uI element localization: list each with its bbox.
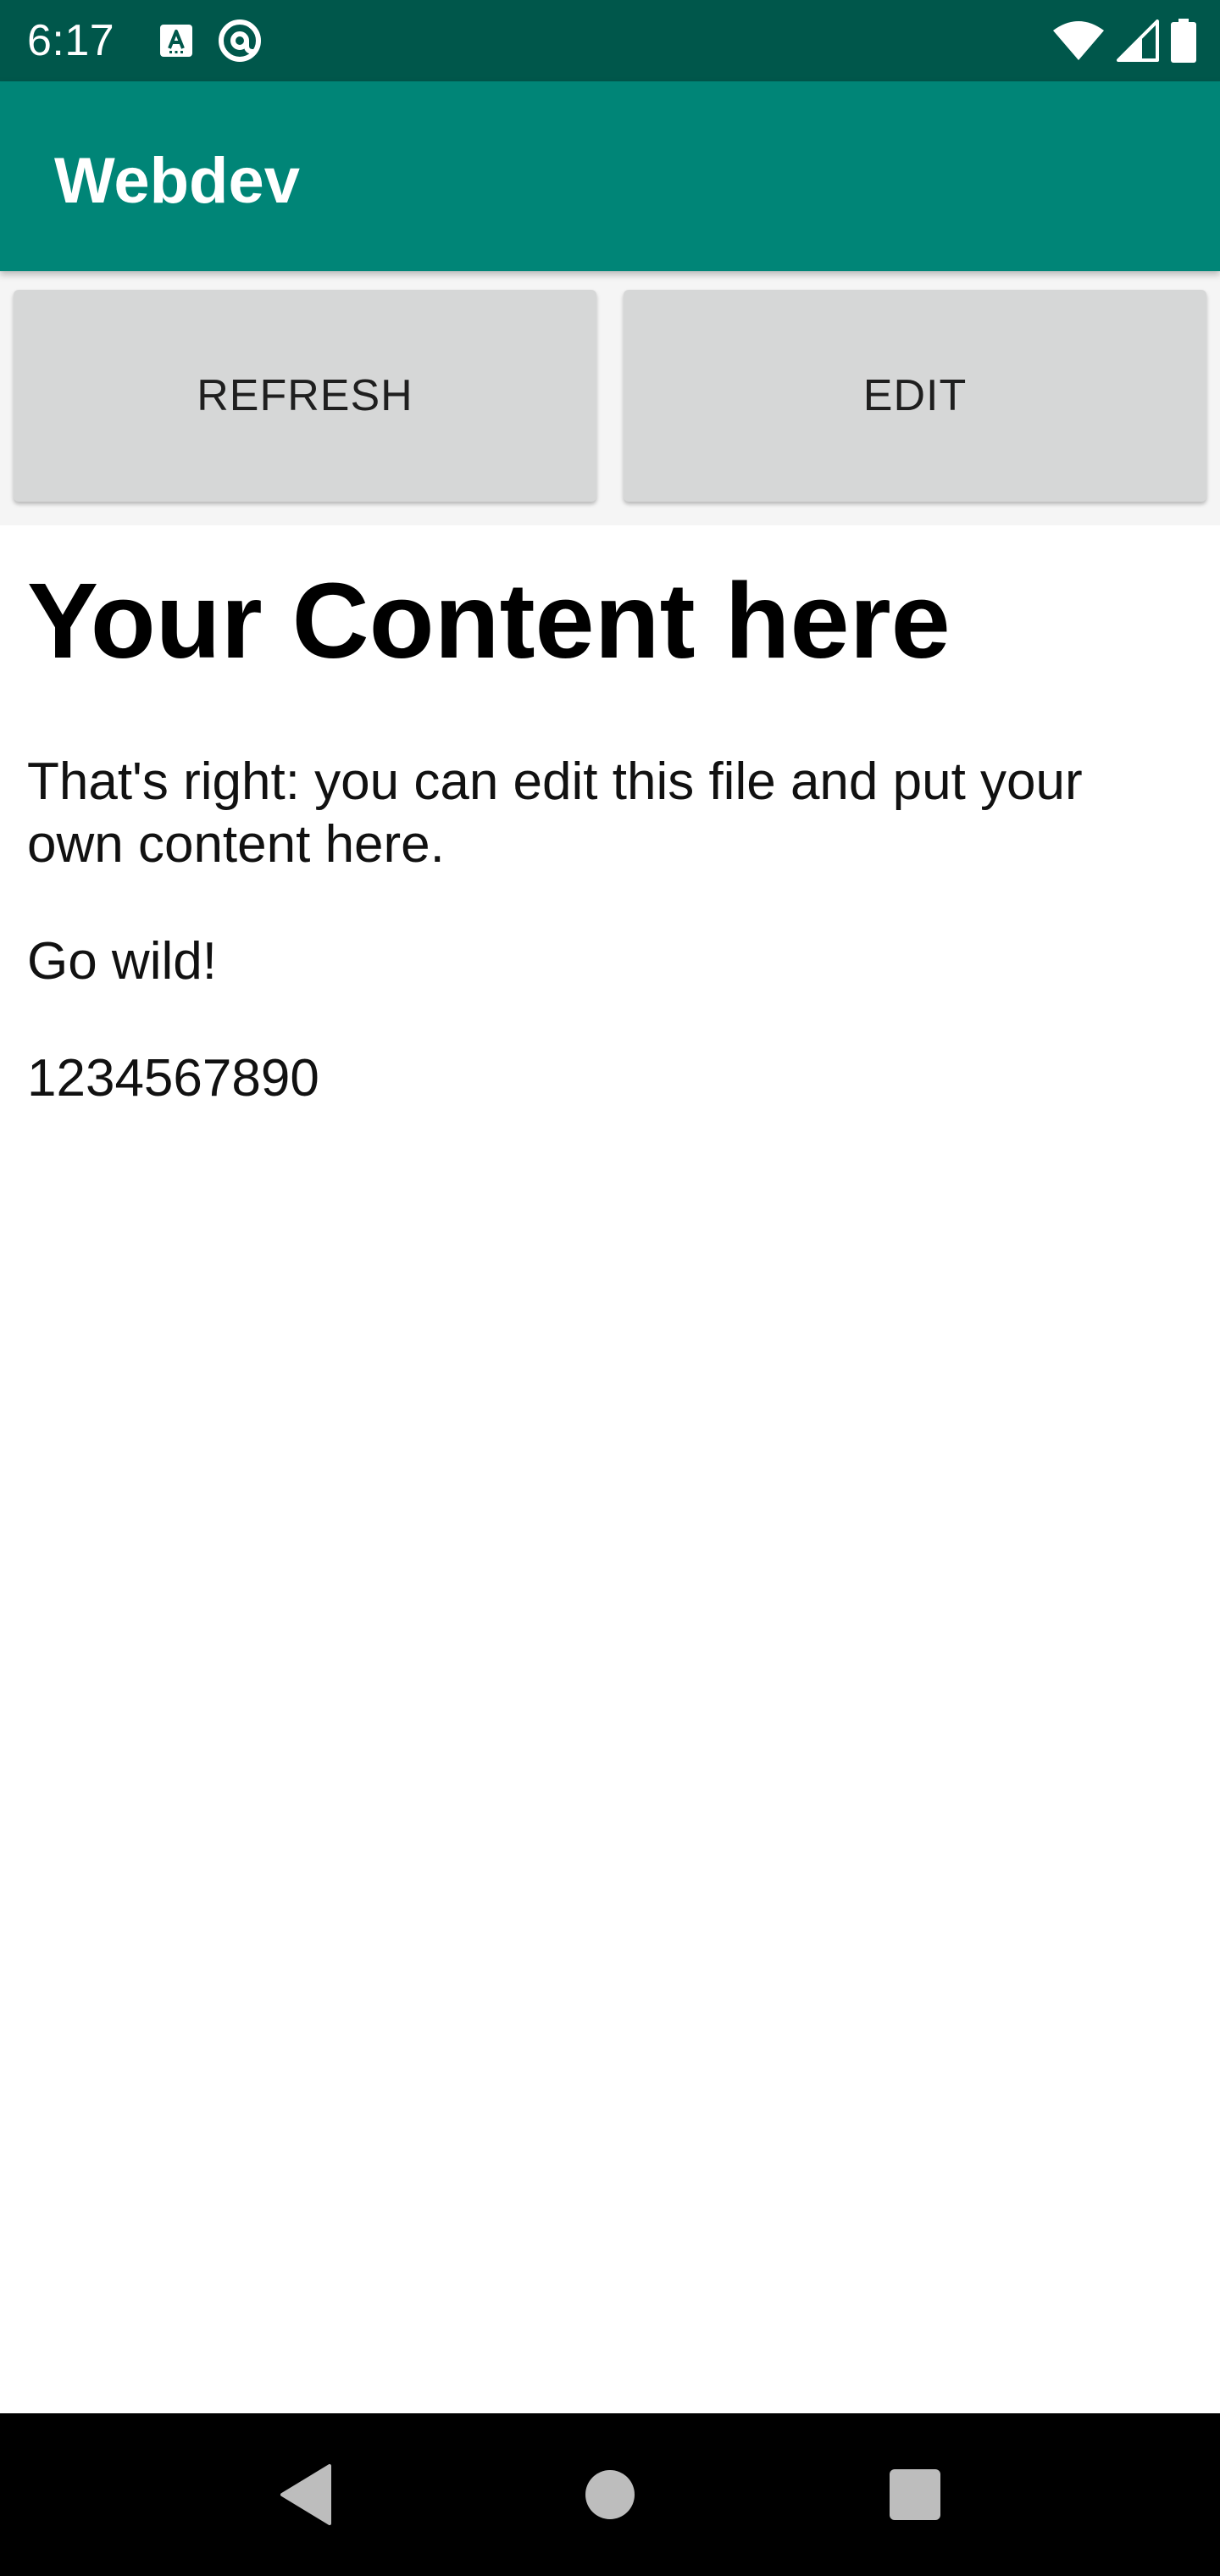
button-row: REFRESH EDIT bbox=[0, 271, 1220, 525]
keyboard-a-icon bbox=[160, 25, 192, 57]
edit-button[interactable]: EDIT bbox=[624, 290, 1206, 502]
status-notification-icons bbox=[159, 19, 286, 63]
status-time: 6:17 bbox=[27, 16, 115, 65]
battery-icon bbox=[1171, 19, 1196, 63]
content-paragraph: 1234567890 bbox=[27, 1049, 319, 1108]
at-sign-icon bbox=[219, 19, 261, 62]
screen: 6:17 Webdev REFRESH EDIT Your Content he… bbox=[0, 0, 1220, 2576]
back-button[interactable] bbox=[254, 2444, 356, 2545]
app-bar: Webdev bbox=[0, 81, 1220, 271]
back-triangle-icon bbox=[280, 2464, 331, 2525]
content-paragraph: That's right: you can edit this file and… bbox=[27, 752, 1083, 874]
home-circle-icon bbox=[585, 2470, 635, 2519]
status-system-icons bbox=[1040, 17, 1196, 64]
status-bar: 6:17 bbox=[0, 0, 1220, 81]
content-paragraph: Go wild! bbox=[27, 932, 217, 991]
app-title: Webdev bbox=[54, 145, 301, 217]
wifi-icon bbox=[1053, 21, 1104, 60]
recents-button[interactable] bbox=[864, 2444, 966, 2545]
cellular-signal-icon bbox=[1117, 19, 1159, 62]
content-heading: Your Content here bbox=[27, 561, 951, 680]
web-content: Your Content here That's right: you can … bbox=[0, 525, 1220, 2413]
navigation-bar bbox=[0, 2413, 1220, 2576]
refresh-button[interactable]: REFRESH bbox=[14, 290, 596, 502]
home-button[interactable] bbox=[559, 2444, 661, 2545]
recents-square-icon bbox=[890, 2469, 940, 2520]
